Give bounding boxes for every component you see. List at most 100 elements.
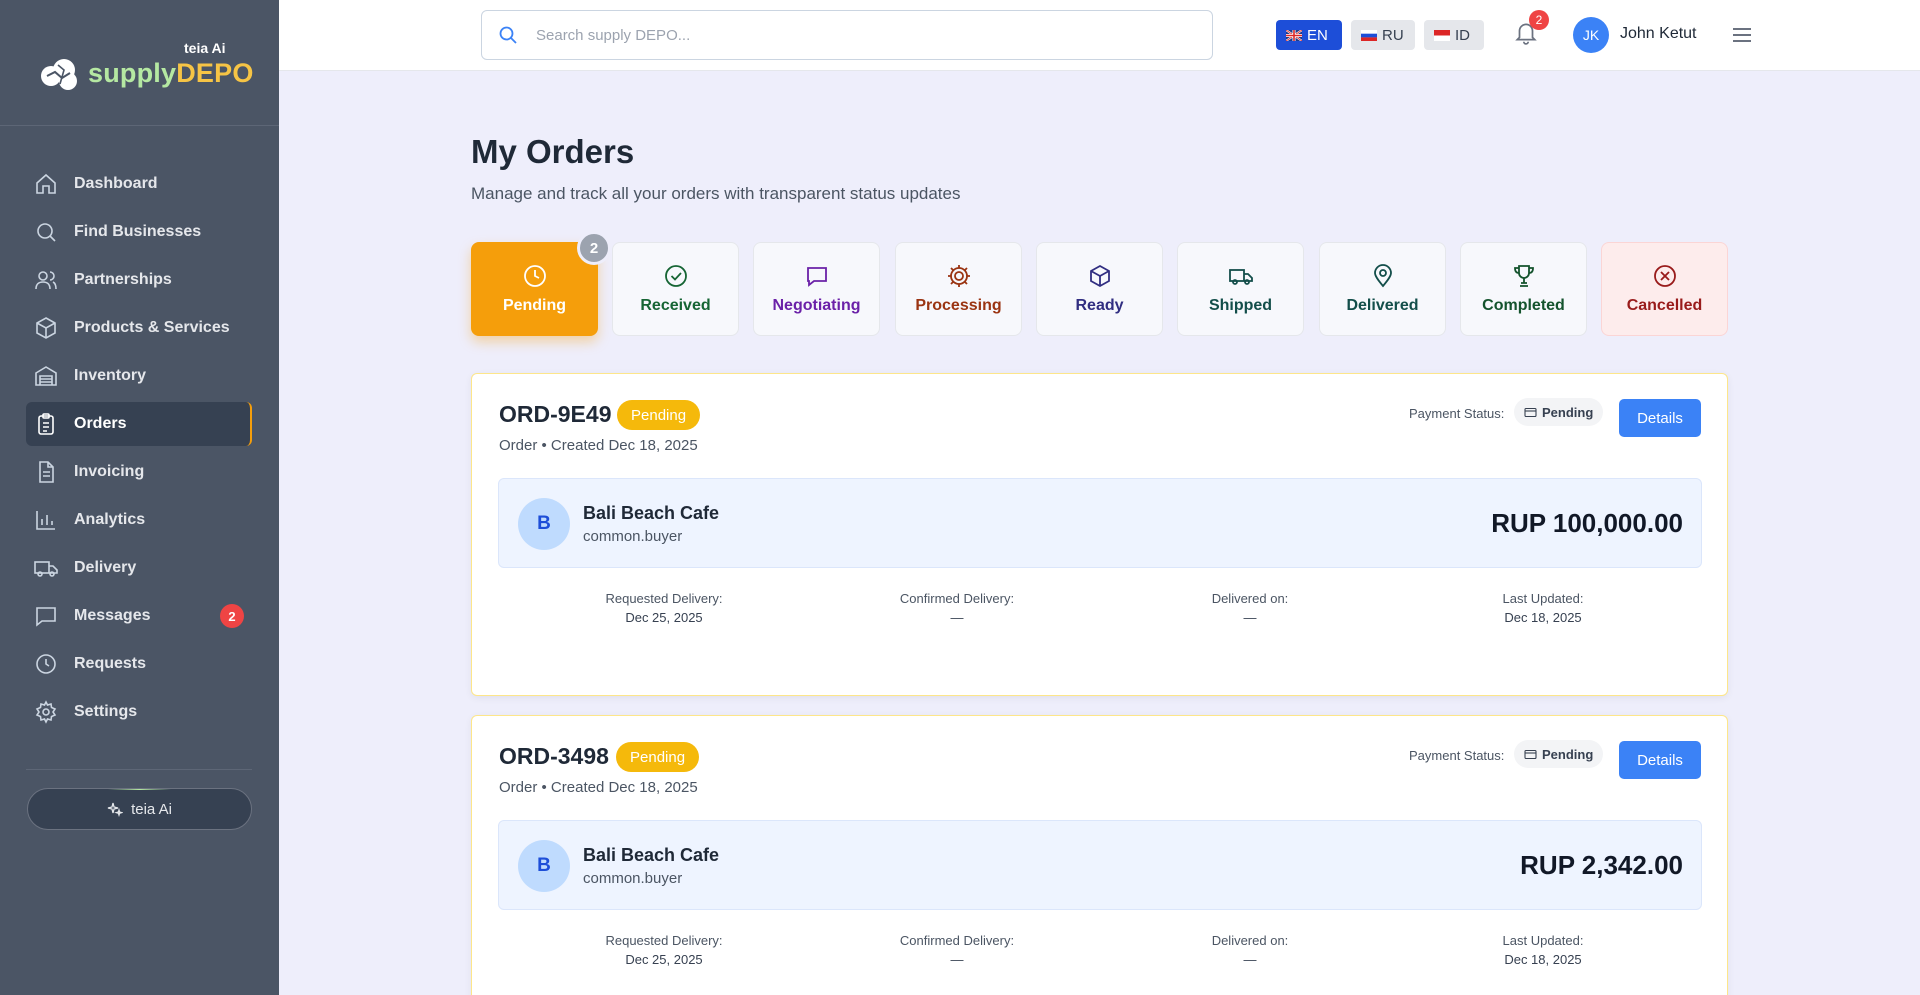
order-id[interactable]: ORD-3498 xyxy=(499,743,609,770)
map-pin-icon xyxy=(1373,264,1392,288)
sidebar-item-inventory[interactable]: Inventory xyxy=(26,354,252,398)
russia-flag-icon xyxy=(1361,29,1377,41)
buyer-avatar: B xyxy=(518,498,570,550)
box-icon xyxy=(36,317,56,339)
warehouse-icon xyxy=(35,366,57,386)
tab-negotiating[interactable]: Negotiating xyxy=(753,242,880,336)
page-title: My Orders xyxy=(471,133,635,170)
tab-processing[interactable]: Processing xyxy=(895,242,1022,336)
order-amount: RUP 100,000.00 xyxy=(1491,508,1683,538)
order-amount: RUP 2,342.00 xyxy=(1520,850,1683,880)
messages-count-badge: 2 xyxy=(220,604,244,628)
indonesia-flag-icon xyxy=(1434,29,1450,41)
hamburger-menu-icon[interactable] xyxy=(1729,22,1755,48)
sidebar-item-orders[interactable]: Orders xyxy=(26,402,252,446)
truck-icon xyxy=(34,561,58,577)
clock-icon xyxy=(36,654,56,674)
top-bar: EN RU ID 2 JK John Ketut xyxy=(279,0,1920,71)
language-ru-button[interactable]: RU xyxy=(1351,20,1415,50)
buyer-avatar: B xyxy=(518,840,570,892)
teia-ai-button[interactable]: teia Ai xyxy=(27,788,252,830)
check-circle-icon xyxy=(664,265,687,287)
delivered-on: Delivered on: — xyxy=(1211,591,1289,625)
order-meta: Order • Created Dec 18, 2025 xyxy=(499,779,698,796)
sidebar-item-partnerships[interactable]: Partnerships xyxy=(26,258,252,302)
sidebar-item-requests[interactable]: Requests xyxy=(26,642,252,686)
brand-header: teia Ai supplyDEPO xyxy=(0,0,279,126)
buyer-info-box: B Bali Beach Cafe common.buyer RUP 2,342… xyxy=(498,820,1702,910)
users-icon xyxy=(35,271,57,290)
details-button[interactable]: Details xyxy=(1619,741,1701,779)
logo-text[interactable]: supplyDEPO xyxy=(88,58,254,89)
trophy-icon xyxy=(1513,265,1534,287)
truck-icon xyxy=(1228,269,1253,285)
buyer-name: Bali Beach Cafe xyxy=(583,503,720,523)
sidebar-item-products-services[interactable]: Products & Services xyxy=(26,306,252,350)
user-name[interactable]: John Ketut xyxy=(1620,25,1697,43)
requested-delivery: Requested Delivery: Dec 25, 2025 xyxy=(605,933,723,967)
home-icon xyxy=(36,173,56,194)
buyer-role: common.buyer xyxy=(583,870,683,887)
last-updated: Last Updated: Dec 18, 2025 xyxy=(1502,933,1584,967)
search-icon xyxy=(499,26,517,44)
buyer-role: common.buyer xyxy=(583,528,683,545)
user-avatar[interactable]: JK xyxy=(1573,17,1609,53)
order-status-badge: Pending xyxy=(617,400,701,430)
page-subtitle: Manage and track all your orders with tr… xyxy=(471,184,961,203)
tab-pending[interactable]: Pending 2 xyxy=(471,231,611,336)
requested-delivery: Requested Delivery: Dec 25, 2025 xyxy=(605,591,723,625)
details-button[interactable]: Details xyxy=(1619,399,1701,437)
uk-flag-icon xyxy=(1286,29,1302,41)
tab-ready[interactable]: Ready xyxy=(1036,242,1163,336)
payment-status-label: Payment Status: xyxy=(1409,748,1505,763)
file-icon xyxy=(39,461,54,483)
sidebar-item-analytics[interactable]: Analytics xyxy=(26,498,252,542)
message-icon xyxy=(806,267,827,287)
order-status-badge: Pending xyxy=(616,742,700,772)
delivered-on: Delivered on: — xyxy=(1211,933,1289,967)
language-en-button[interactable]: EN xyxy=(1276,20,1342,50)
credit-card-icon xyxy=(1524,407,1537,417)
tab-received[interactable]: Received xyxy=(612,242,739,336)
logo-icon xyxy=(41,59,77,90)
language-id-button[interactable]: ID xyxy=(1424,20,1484,50)
sidebar-item-dashboard[interactable]: Dashboard xyxy=(26,162,252,206)
clipboard-icon xyxy=(38,413,54,435)
clock-icon xyxy=(523,265,546,287)
confirmed-delivery: Confirmed Delivery: — xyxy=(899,933,1015,967)
buyer-name: Bali Beach Cafe xyxy=(583,845,720,865)
last-updated: Last Updated: Dec 18, 2025 xyxy=(1502,591,1584,625)
order-card: ORD-9E49 Pending Order • Created Dec 18,… xyxy=(471,373,1728,696)
tab-delivered[interactable]: Delivered xyxy=(1319,242,1446,336)
search-input[interactable] xyxy=(536,26,1176,44)
order-dates: Requested Delivery: Dec 25, 2025 Confirme… xyxy=(498,933,1702,973)
bar-chart-icon xyxy=(36,511,55,530)
payment-status-badge: Pending xyxy=(1514,398,1604,426)
search-icon xyxy=(37,223,56,242)
sidebar-item-find-businesses[interactable]: Find Businesses xyxy=(26,210,252,254)
order-id[interactable]: ORD-9E49 xyxy=(499,401,611,428)
tab-cancelled[interactable]: Cancelled xyxy=(1601,242,1728,336)
buyer-info-box: B Bali Beach Cafe common.buyer RUP 100,0… xyxy=(498,478,1702,568)
search-box[interactable] xyxy=(481,10,1213,60)
tab-completed[interactable]: Completed xyxy=(1460,242,1587,336)
sidebar-item-settings[interactable]: Settings xyxy=(26,690,252,734)
order-card: ORD-3498 Pending Order • Created Dec 18,… xyxy=(471,715,1728,995)
x-circle-icon xyxy=(1653,265,1676,287)
gear-icon xyxy=(35,700,57,724)
sidebar-item-messages[interactable]: Messages 2 xyxy=(26,594,252,638)
payment-status-label: Payment Status: xyxy=(1409,406,1505,421)
notifications-count-badge: 2 xyxy=(1529,10,1549,30)
sidebar: teia Ai supplyDEPO Dashboard Find Busine… xyxy=(0,0,279,995)
sidebar-item-invoicing[interactable]: Invoicing xyxy=(26,450,252,494)
order-dates: Requested Delivery: Dec 25, 2025 Confirme… xyxy=(498,591,1702,631)
sidebar-item-delivery[interactable]: Delivery xyxy=(26,546,252,590)
tab-shipped[interactable]: Shipped xyxy=(1177,242,1304,336)
sidebar-divider xyxy=(26,769,252,770)
pending-count-badge: 2 xyxy=(577,231,611,265)
payment-status-badge: Pending xyxy=(1514,740,1604,768)
gear-icon xyxy=(947,265,970,287)
order-status-tabs: Pending 2 Received Negotiating Processin… xyxy=(471,231,1728,336)
message-icon xyxy=(36,607,56,627)
credit-card-icon xyxy=(1524,749,1537,759)
